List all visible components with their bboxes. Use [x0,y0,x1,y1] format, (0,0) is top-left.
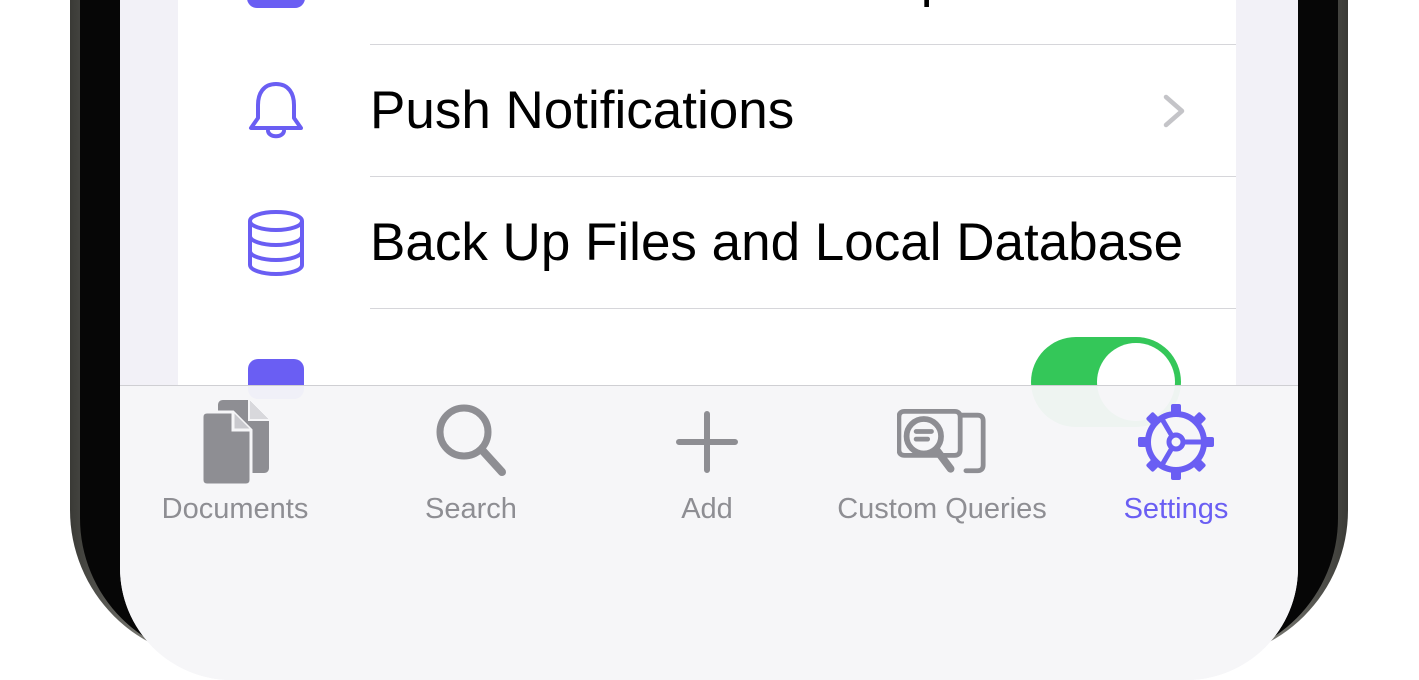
tab-label: Search [425,493,517,525]
settings-row-backup[interactable]: Back Up Files and Local Database [178,177,1236,309]
tab-label: Custom Queries [837,493,1047,525]
tab-settings[interactable]: Settings [1061,386,1291,546]
plus-icon [662,402,752,482]
settings-row-label: Back Up Files and Local Database [370,213,1184,272]
download-icon [240,0,312,15]
settings-row-default-filename[interactable]: Default Filename for Imports [178,0,1236,45]
bell-icon [240,75,312,147]
tab-bar: Documents Search Add Custom Queries Sett… [120,385,1298,680]
settings-row-label: Push Notifications [370,81,795,140]
database-icon [240,207,312,279]
tab-label: Add [681,493,733,525]
settings-row-label: Default Filename for Imports [370,0,1039,45]
custom-queries-icon [897,402,987,482]
chevron-right-icon [1163,94,1185,128]
settings-row-push-notifications[interactable]: Push Notifications [178,45,1236,177]
tab-custom-queries[interactable]: Custom Queries [827,386,1057,546]
documents-icon [190,400,280,486]
tab-search[interactable]: Search [356,386,586,546]
settings-icon [1131,402,1221,482]
tab-label: Settings [1123,493,1229,525]
tab-add[interactable]: Add [592,386,822,546]
screen: Default Filename for Imports Push Notifi… [120,0,1298,680]
tab-documents[interactable]: Documents [120,386,350,546]
search-icon [426,402,516,482]
tab-label: Documents [161,493,309,525]
